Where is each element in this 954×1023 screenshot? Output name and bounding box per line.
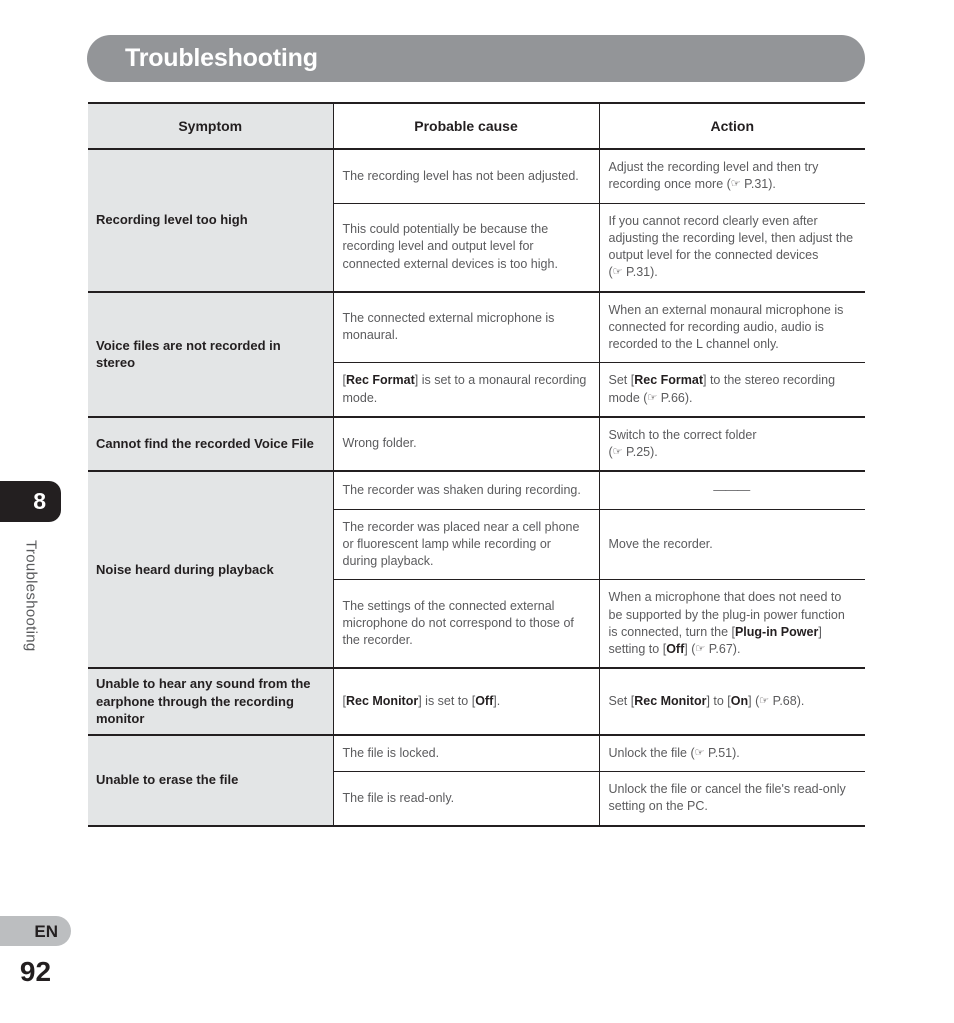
probable-cause-cell: The settings of the connected external m…: [333, 579, 600, 670]
table-row: Cannot find the recorded Voice File Wrong…: [88, 416, 865, 473]
action-cell: If you cannot record clearly even after …: [599, 203, 865, 293]
probable-cause-cell: [Rec Monitor] is set to [Off].: [333, 668, 600, 736]
column-header-probable-cause: Probable cause: [333, 102, 600, 150]
page-title: Troubleshooting: [125, 44, 318, 72]
symptom-cell: Voice files are not recorded in stereo: [88, 291, 334, 418]
language-badge: EN: [0, 916, 71, 946]
chapter-vertical-label-wrap: Troubleshooting: [0, 540, 62, 730]
action-cell: When a microphone that does not need to …: [599, 579, 865, 670]
action-cell: Unlock the file (☞ P.51).: [599, 734, 865, 773]
table-body: Recording level too high The recording le…: [88, 149, 865, 827]
action-cell: Set [Rec Monitor] to [On] (☞ P.68).: [599, 668, 865, 736]
symptom-cell: Unable to hear any sound from the earpho…: [88, 668, 334, 736]
action-cell: Unlock the file or cancel the file's rea…: [599, 771, 865, 827]
probable-cause-cell: The recorder was placed near a cell phon…: [333, 509, 600, 581]
probable-cause-cell: The recording level has not been adjuste…: [333, 149, 600, 204]
probable-cause-cell: This could potentially be because the re…: [333, 203, 600, 293]
symptom-cell: Noise heard during playback: [88, 471, 334, 670]
chapter-number: 8: [33, 488, 46, 514]
action-cell-none: ———: [599, 471, 865, 510]
column-header-action: Action: [599, 102, 865, 150]
page-title-banner: Troubleshooting: [87, 35, 865, 82]
table-row: Unable to hear any sound from the earpho…: [88, 668, 865, 736]
probable-cause-cell: The connected external microphone is mon…: [333, 291, 600, 364]
action-cell: Set [Rec Format] to the stereo recording…: [599, 362, 865, 418]
table-row: Voice files are not recorded in stereo Th…: [88, 291, 865, 418]
action-cell: Move the recorder.: [599, 509, 865, 581]
table-header-row: Symptom Probable cause Action: [88, 102, 865, 150]
troubleshooting-table: Symptom Probable cause Action Recording …: [88, 102, 865, 827]
language-code: EN: [34, 921, 58, 941]
probable-cause-cell: The recorder was shaken during recording…: [333, 471, 600, 510]
probable-cause-cell: The file is locked.: [333, 734, 600, 773]
chapter-number-tab: 8: [0, 481, 61, 522]
action-cell: When an external monaural microphone is …: [599, 291, 865, 364]
action-cell: Adjust the recording level and then try …: [599, 149, 865, 204]
action-cell: Switch to the correct folder (☞ P.25).: [599, 416, 865, 473]
probable-cause-cell: The file is read-only.: [333, 771, 600, 827]
table-row: Unable to erase the file The file is lock…: [88, 734, 865, 827]
chapter-vertical-label: Troubleshooting: [22, 540, 40, 652]
probable-cause-cell: Wrong folder.: [333, 416, 600, 473]
symptom-cell: Unable to erase the file: [88, 734, 334, 827]
table-row: Recording level too high The recording le…: [88, 149, 865, 293]
symptom-cell: Recording level too high: [88, 149, 334, 293]
symptom-cell: Cannot find the recorded Voice File: [88, 416, 334, 473]
table-row: Noise heard during playback The recorder …: [88, 471, 865, 670]
page-number: 92: [19, 956, 52, 987]
table-header: Symptom Probable cause Action: [88, 102, 865, 150]
column-header-symptom: Symptom: [88, 102, 334, 150]
probable-cause-cell: [Rec Format] is set to a monaural record…: [333, 362, 600, 418]
